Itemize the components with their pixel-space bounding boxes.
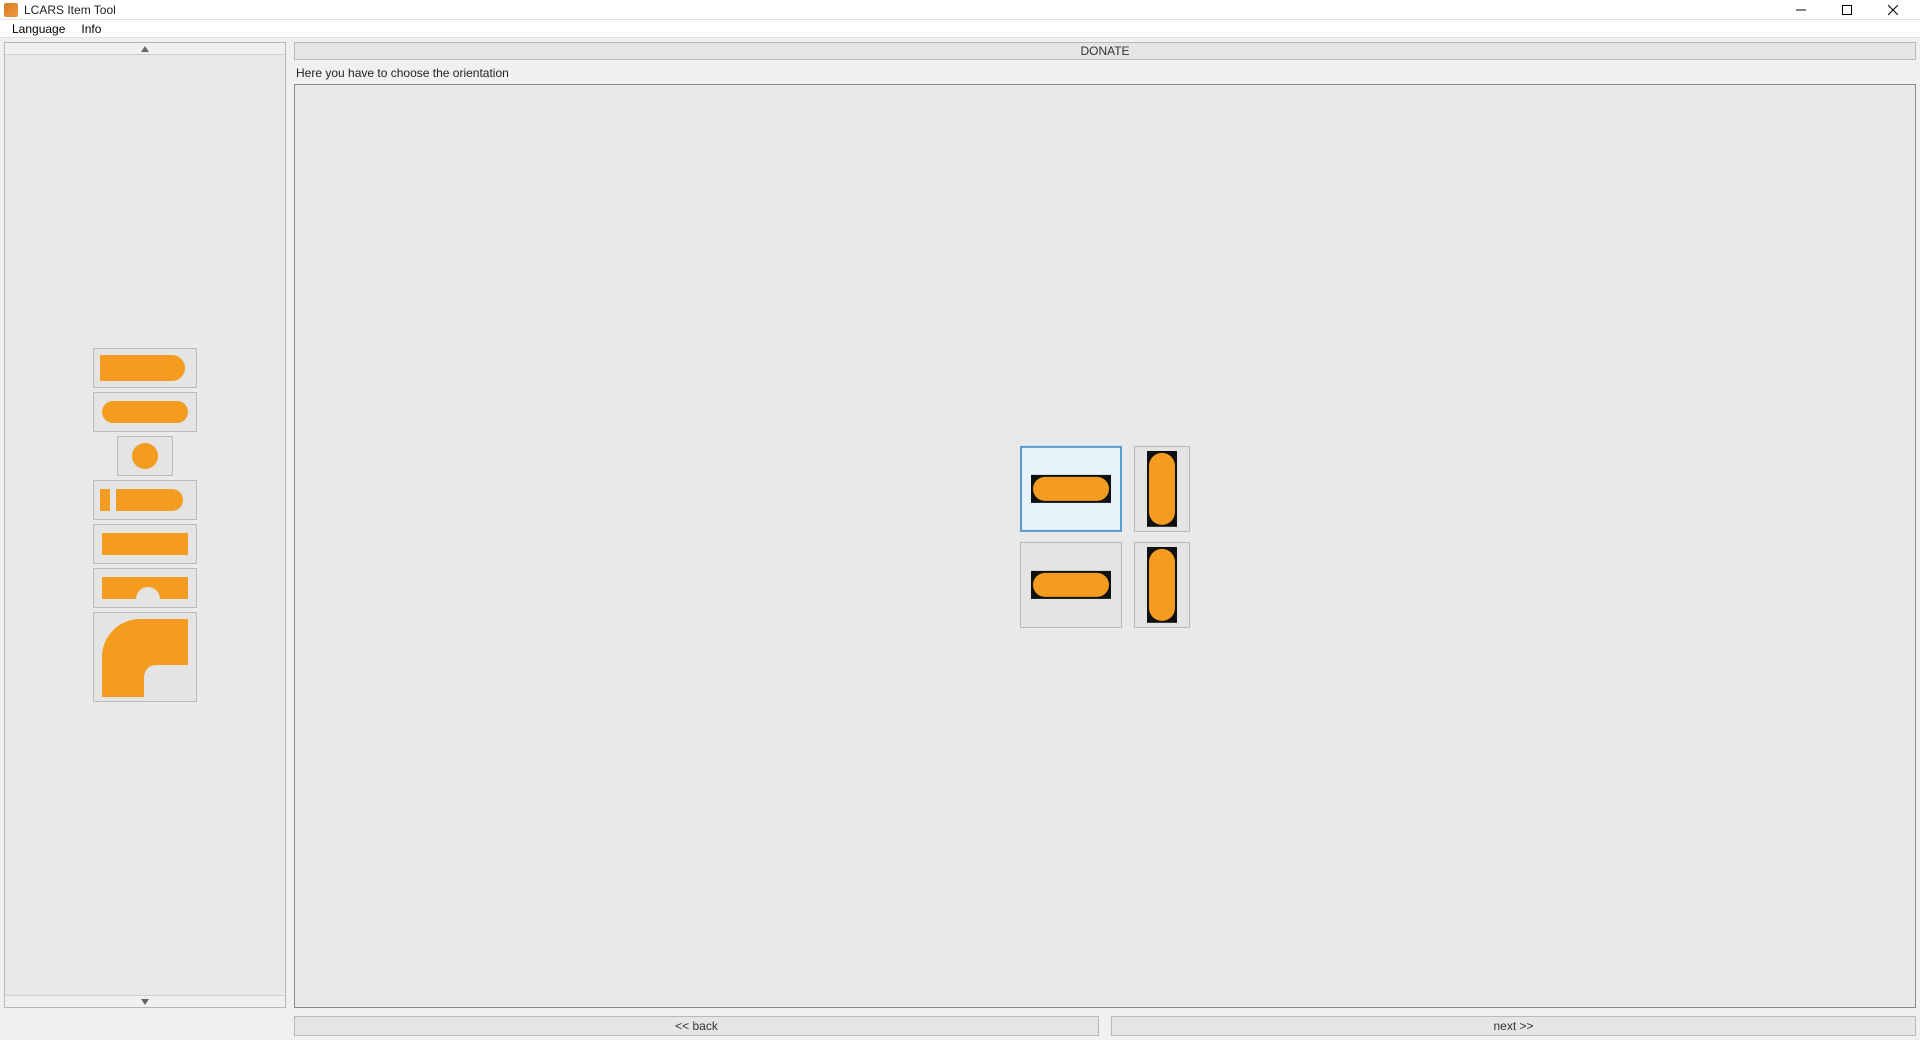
orientation-canvas xyxy=(294,84,1916,1008)
palette-item-elbow[interactable] xyxy=(93,612,197,702)
back-button[interactable]: << back xyxy=(294,1016,1099,1036)
minimize-button[interactable] xyxy=(1778,0,1824,20)
palette-scroll-up[interactable] xyxy=(5,43,285,55)
palette-scroll-down[interactable] xyxy=(5,995,285,1007)
menu-info[interactable]: Info xyxy=(73,22,109,36)
orientation-vertical-alt[interactable] xyxy=(1134,542,1190,628)
orientation-vertical[interactable] xyxy=(1134,446,1190,532)
instruction-label: Here you have to choose the orientation xyxy=(294,64,1916,84)
menu-bar: Language Info xyxy=(0,20,1920,38)
close-button[interactable] xyxy=(1870,0,1916,20)
menu-language[interactable]: Language xyxy=(4,22,73,36)
content-area: DONATE Here you have to choose the orien… xyxy=(294,42,1916,1008)
palette-body xyxy=(5,55,285,995)
palette-item-pill[interactable] xyxy=(93,392,197,432)
window-title: LCARS Item Tool xyxy=(24,3,116,17)
orientation-horizontal[interactable] xyxy=(1020,446,1122,532)
footer-nav: << back next >> xyxy=(0,1012,1920,1040)
orientation-grid xyxy=(1020,446,1190,628)
orientation-horizontal-alt[interactable] xyxy=(1020,542,1122,628)
app-icon xyxy=(4,3,18,17)
title-bar: LCARS Item Tool xyxy=(0,0,1920,20)
palette-item-notch[interactable] xyxy=(93,568,197,608)
maximize-button[interactable] xyxy=(1824,0,1870,20)
workspace: DONATE Here you have to choose the orien… xyxy=(0,38,1920,1012)
donate-button[interactable]: DONATE xyxy=(294,42,1916,60)
palette-item-bar-slit[interactable] xyxy=(93,480,197,520)
palette-item-rectangle[interactable] xyxy=(93,524,197,564)
palette-item-halfround[interactable] xyxy=(93,348,197,388)
next-button[interactable]: next >> xyxy=(1111,1016,1916,1036)
shape-palette xyxy=(4,42,286,1008)
palette-item-circle[interactable] xyxy=(117,436,173,476)
